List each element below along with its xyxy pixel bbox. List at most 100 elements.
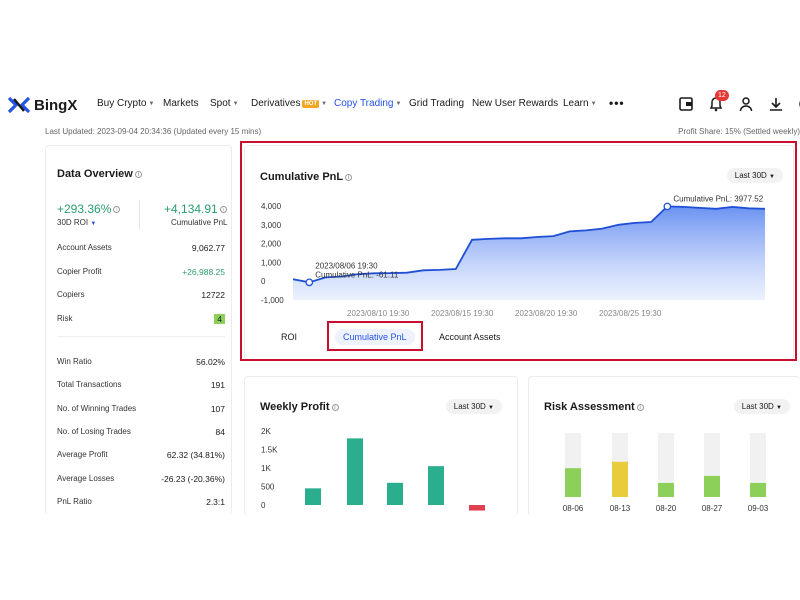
caret-down-icon: ▼ [232,100,239,107]
pnl-value: +4,134.91 i [164,202,227,216]
nav-item-markets[interactable]: Markets [163,98,199,109]
stat-label: Risk [57,313,73,323]
stat-row: Copier Profit +26,988.25 [57,267,225,277]
stat-row: Win Ratio 56.02% [57,357,225,367]
stat-label: No. of Winning Trades [57,403,137,413]
x-tick-label: 08-13 [610,504,631,513]
user-icon[interactable] [738,96,754,112]
stat-label: No. of Losing Trades [57,426,131,436]
weekly-bar [469,505,485,511]
stat-label: Average Losses [57,473,115,483]
stat-row: No. of Winning Trades 107 [57,404,225,414]
profit-share-text: Profit Share: 15% (Settled weekly) [678,127,800,136]
stat-row: Average Losses -26.23 (-20.36%) [57,474,225,484]
nav-item-spot[interactable]: Spot ▼ [210,98,239,109]
stat-value: 12722 [201,290,225,300]
brand-logo[interactable]: BingX [8,96,77,114]
notification-bell[interactable]: 12 [708,90,729,112]
info-icon[interactable]: i [331,403,339,411]
risk-bar [704,475,720,497]
y-tick-label: 0 [261,501,266,510]
weekly-bar [305,488,321,505]
last-updated-text: Last Updated: 2023-09-04 20:34:36 (Updat… [45,127,262,136]
stat-value: 2.3:1 [206,496,225,507]
caret-down-icon: ▼ [590,100,597,107]
y-tick-label: 500 [261,483,275,492]
caret-down-icon: ▼ [395,100,402,107]
nav-item-copy-trading[interactable]: Copy Trading ▼ [334,98,401,109]
more-menu-button[interactable]: ••• [609,96,625,110]
stat-value: -26.23 (-20.36%) [161,473,225,484]
chevron-down-icon: ▼ [90,221,97,227]
stat-label: Total Transactions [57,380,122,390]
wallet-icon[interactable] [678,96,694,112]
info-icon[interactable]: i [113,206,121,214]
stat-value: 9,062.77 [191,243,225,253]
nav-item-derivatives[interactable]: Derivatives HOT ▼ [251,98,327,109]
bingx-logo-icon [8,96,30,114]
weekly-bar [387,482,403,505]
x-tick-label: 09-03 [748,504,769,513]
nav-item-label: Buy Crypto [97,98,147,109]
risk-bar [612,461,628,497]
stat-label: Average Profit [57,450,108,460]
stat-label: Win Ratio [57,357,92,366]
stat-row: PnL Ratio 2.3:1 [57,497,225,507]
weekly-bar [428,466,444,505]
nav-actions: 12 [678,90,800,112]
brand-name: BingX [34,96,78,114]
info-icon[interactable]: i [219,206,227,214]
nav-item-label: Copy Trading [334,98,394,109]
nav-item-learn[interactable]: Learn ▼ [563,98,597,109]
weekly-bar [347,438,363,505]
x-tick-label: 08-27 [702,504,723,513]
chevron-down-icon: ▼ [776,405,782,411]
nav-item-buy-crypto[interactable]: Buy Crypto ▼ [97,98,154,109]
risk-bar [565,468,581,497]
weekly-title: Weekly Profit i [260,401,339,413]
caret-down-icon: ▼ [321,100,328,107]
risk-assessment-chart: 08-06 08-13 08-20 08-27 09-03 [563,433,769,513]
nav-item-label: Learn [563,98,589,109]
stat-value: 107 [210,403,225,414]
overview-title: Data Overview i [57,168,142,180]
data-overview-panel: Data Overview i +293.36% i 30D ROI ▼ +4,13… [45,145,232,515]
stat-value: 56.02% [196,357,225,367]
stat-row: Risk 4 [57,313,225,324]
risk-bar [658,482,674,497]
stat-label: Copier Profit [57,266,102,276]
divider [139,200,140,230]
stat-row: Account Assets 9,062.77 [57,243,225,253]
roi-period-select[interactable]: 30D ROI ▼ [57,218,96,227]
hot-badge: HOT [302,99,320,108]
risk-level-badge: 4 [214,313,225,324]
divider [57,336,225,337]
stat-value: 191 [210,380,225,391]
info-icon[interactable]: i [134,170,142,178]
pnl-label: Cumulative PnL [171,218,228,227]
risk-bar [750,482,766,497]
y-tick-label: 2K [261,427,271,436]
stat-value: 62.32 (34.81%) [166,450,225,461]
stat-value: +26,988.25 [182,266,225,277]
nav-item-grid-trading[interactable]: Grid Trading [409,98,464,109]
nav-item-new-user-rewards[interactable]: New User Rewards [472,98,558,109]
top-nav: BingX Buy Crypto ▼ Markets Spot ▼ Derivatives… [0,88,800,122]
y-tick-label: 1.5K [261,446,278,455]
risk-range-dropdown[interactable]: Last 30D ▼ [733,399,790,414]
risk-title: Risk Assessment i [544,401,644,413]
stat-row: Average Profit 62.32 (34.81%) [57,450,225,460]
weekly-range-dropdown[interactable]: Last 30D ▼ [445,399,502,414]
nav-item-label: Derivatives [251,98,301,109]
stat-value: 84 [215,426,225,437]
download-icon[interactable] [768,96,784,112]
nav-item-label: Markets [163,98,199,109]
nav-item-label: Grid Trading [409,98,465,109]
stat-label: Copiers [57,290,85,299]
stat-row: Copiers 12722 [57,290,225,300]
nav-item-label: Spot [210,98,231,109]
info-icon[interactable]: i [636,403,644,411]
stat-label: Account Assets [57,243,112,252]
highlight-frame [240,141,797,361]
notification-badge: 12 [715,90,729,101]
